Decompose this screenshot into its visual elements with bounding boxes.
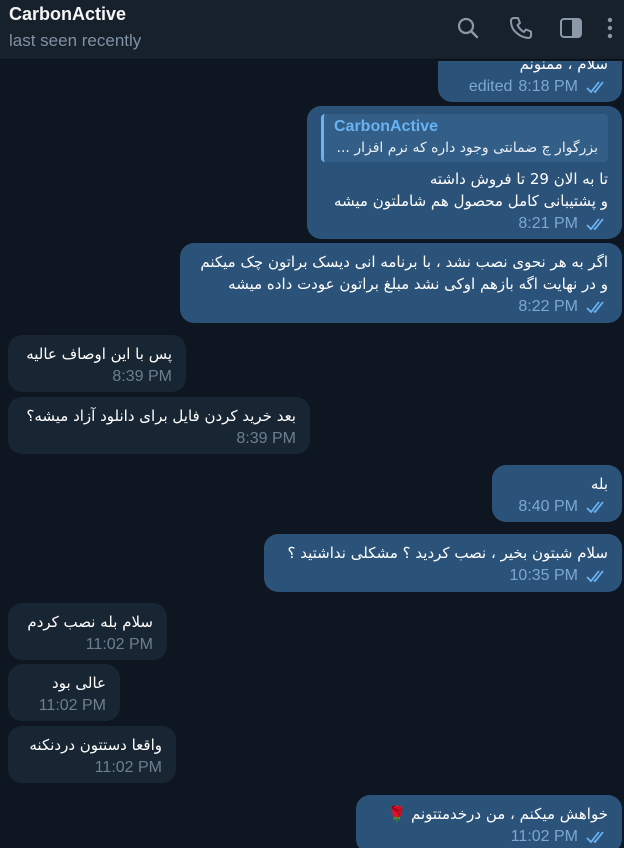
message-time: 8:40 PM [518, 498, 578, 515]
double-check-icon [586, 217, 608, 231]
message-text: بله [590, 475, 608, 493]
message-bubble[interactable]: اگر به هر نحوی نصب نشد ، با برنامه انی د… [180, 243, 622, 323]
message-bubble[interactable]: سلام ، ممنونم edited 8:18 PM [438, 61, 622, 102]
double-check-icon [586, 500, 608, 514]
message-meta: 11:02 PM [22, 696, 106, 716]
message-time: 8:22 PM [518, 298, 578, 315]
message-meta: 11:02 PM [22, 635, 153, 655]
double-check-icon [586, 80, 608, 94]
message-time: 8:18 PM [518, 78, 578, 95]
message-meta: 11:02 PM [370, 827, 608, 847]
sidebar-toggle-icon[interactable] [558, 15, 584, 41]
message-bubble[interactable]: سلام بله نصب کردم 11:02 PM [8, 603, 167, 660]
reply-author: CarbonActive [334, 118, 439, 135]
message-text: واقعا دستتون دردنکنه [29, 736, 162, 754]
message-text-body: خواهش میکنم ، من درخدمتتونم [410, 805, 608, 823]
message-list[interactable]: سلام ، ممنونم edited 8:18 PM CarbonActiv… [0, 61, 624, 848]
message-text: سلام شبتون بخیر ، نصب کردید ؟ مشکلی نداش… [287, 544, 608, 562]
message-time: 11:02 PM [94, 759, 162, 776]
message-time: 8:21 PM [518, 215, 578, 232]
message-time: 11:02 PM [510, 828, 578, 845]
message-time: 8:39 PM [236, 430, 296, 447]
phone-icon[interactable] [508, 15, 534, 41]
message-time: 10:35 PM [509, 567, 578, 584]
edited-label: edited [468, 78, 513, 95]
message-text: عالی بود [52, 674, 106, 692]
chat-header: CarbonActive last seen recently [0, 0, 624, 60]
message-text-line: و در نهایت اگه بازهم اوکی نشد مبلغ براتو… [228, 275, 608, 293]
message-meta: 11:02 PM [22, 758, 162, 778]
message-text-line: تا به الان 29 تا فروش داشته [429, 170, 608, 188]
rose-emoji: 🌹 [387, 805, 407, 823]
message-bubble[interactable]: پس با این اوصاف عالیه 8:39 PM [8, 335, 186, 392]
message-text-line: و پشتیبانی کامل محصول هم شاملتون میشه [333, 192, 608, 210]
chat-title[interactable]: CarbonActive [9, 4, 126, 25]
message-bubble[interactable]: سلام شبتون بخیر ، نصب کردید ؟ مشکلی نداش… [264, 534, 622, 592]
message-meta: 10:35 PM [278, 566, 608, 586]
message-meta: edited 8:18 PM [452, 77, 608, 97]
message-text: بعد خرید کردن فایل برای دانلود آزاد میشه… [26, 407, 296, 425]
message-time: 11:02 PM [38, 697, 106, 714]
message-bubble[interactable]: بعد خرید کردن فایل برای دانلود آزاد میشه… [8, 397, 310, 454]
message-bubble[interactable]: CarbonActive بزرگوار چ ضمانتی وجود داره … [307, 106, 622, 239]
message-meta: 8:22 PM [194, 297, 608, 317]
reply-text: بزرگوار چ ضمانتی وجود داره که نرم افزار … [336, 140, 598, 156]
message-text: سلام ، ممنونم [519, 61, 608, 73]
more-vertical-icon[interactable] [603, 15, 617, 41]
message-meta: 8:21 PM [321, 214, 608, 234]
message-text: سلام بله نصب کردم [27, 613, 153, 631]
message-bubble[interactable]: عالی بود 11:02 PM [8, 664, 120, 721]
message-text-line: اگر به هر نحوی نصب نشد ، با برنامه انی د… [200, 253, 608, 271]
message-meta: 8:39 PM [22, 367, 172, 387]
message-bubble[interactable]: خواهش میکنم ، من درخدمتتونم 🌹 11:02 PM [356, 795, 622, 848]
double-check-icon [586, 830, 608, 844]
message-time: 8:39 PM [112, 368, 172, 385]
message-text: پس با این اوصاف عالیه [26, 345, 172, 363]
message-meta: 8:40 PM [506, 497, 608, 517]
message-text: خواهش میکنم ، من درخدمتتونم 🌹 [370, 803, 608, 825]
double-check-icon [586, 569, 608, 583]
message-meta: 8:39 PM [22, 429, 296, 449]
chat-status: last seen recently [9, 31, 142, 50]
search-icon[interactable] [455, 15, 481, 41]
reply-preview[interactable]: CarbonActive بزرگوار چ ضمانتی وجود داره … [321, 114, 608, 162]
message-time: 11:02 PM [85, 636, 153, 653]
message-bubble[interactable]: بله 8:40 PM [492, 465, 622, 522]
double-check-icon [586, 300, 608, 314]
message-bubble[interactable]: واقعا دستتون دردنکنه 11:02 PM [8, 726, 176, 783]
